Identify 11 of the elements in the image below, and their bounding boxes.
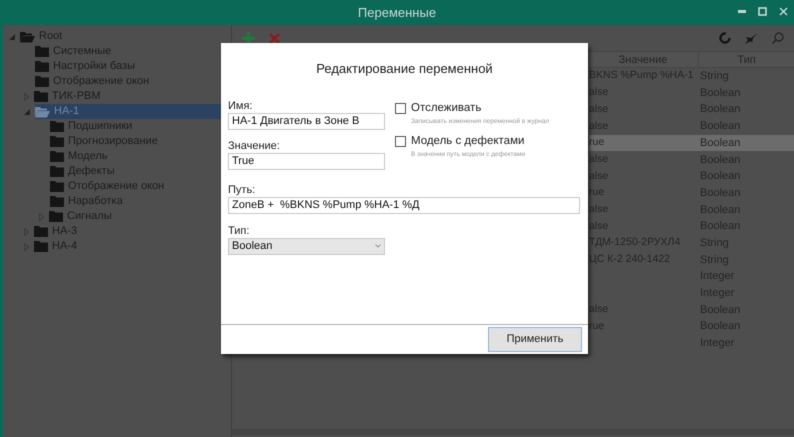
- field-label: Значение:: [228, 138, 281, 152]
- window-title: Переменные: [358, 4, 436, 22]
- tree-item-label: НА-1: [54, 106, 80, 117]
- table-cell: rue: [589, 136, 604, 148]
- checkbox-label: Модель с дефектами: [411, 134, 524, 148]
- field-label: Имя:: [228, 98, 254, 112]
- field-label: Тип:: [228, 224, 250, 238]
- dialog-title: Редактирование переменной: [316, 60, 493, 78]
- checkbox-label: Отслеживать: [411, 100, 482, 116]
- field-label: Путь:: [228, 182, 256, 196]
- table-cell: Boolean: [700, 136, 740, 149]
